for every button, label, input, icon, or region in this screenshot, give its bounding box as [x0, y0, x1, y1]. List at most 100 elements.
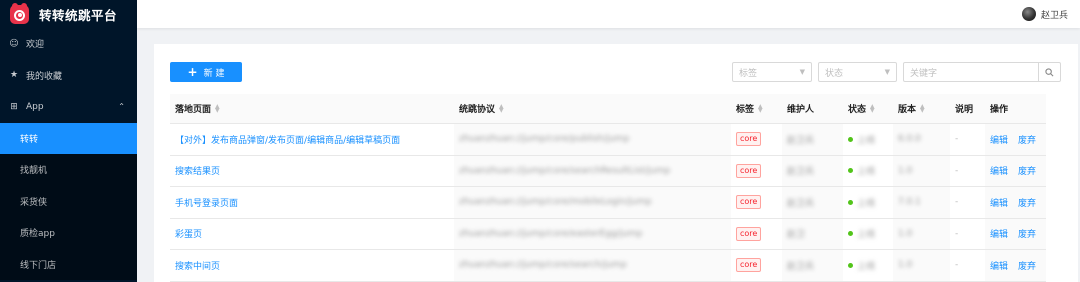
discard-link[interactable]: 废弃 [1018, 196, 1036, 209]
edit-link[interactable]: 编辑 [990, 164, 1008, 177]
col-header-protocol[interactable]: 统跳协议 ▲ ▼ [454, 94, 731, 123]
version-text: 1.0 [898, 260, 913, 271]
sidebar-item-welcome[interactable]: ☺ 欢迎 [0, 28, 137, 60]
sidebar-group-label: App [26, 101, 44, 112]
edit-link[interactable]: 编辑 [990, 227, 1008, 240]
col-header-status[interactable]: 状态 ▲ ▼ [843, 94, 893, 123]
app-logo-icon [10, 2, 29, 24]
tag-select-placeholder: 标签 [739, 68, 758, 79]
edit-link[interactable]: 编辑 [990, 259, 1008, 272]
search-icon [1045, 67, 1054, 76]
desc-text: - [955, 134, 959, 145]
sidebar-item-label: 我的收藏 [26, 71, 63, 82]
status-text: 上线 [857, 261, 876, 272]
page-link[interactable]: 搜索中间页 [175, 259, 220, 272]
status-dot [848, 199, 853, 205]
sort-icon: ▲ ▼ [499, 102, 504, 114]
sort-icon: ▲ ▼ [215, 102, 220, 114]
chevron-down-icon: ▼ [799, 68, 805, 76]
col-header-tag[interactable]: 标签 ▲ ▼ [731, 94, 782, 123]
sidebar-item-store[interactable]: 线下门店 [0, 249, 137, 281]
status-dot [848, 262, 853, 268]
edit-link[interactable]: 编辑 [990, 133, 1008, 146]
sidebar-item-label: 转转 [20, 134, 39, 145]
app-title: 转转统跳平台 [39, 7, 118, 23]
maintainer-text: 赵卫 [787, 230, 806, 241]
desc-text: - [955, 260, 959, 271]
logo[interactable]: 转转统跳平台 [0, 0, 137, 28]
jump-table: 落地页面 ▲ ▼ 统跳协议 ▲ ▼ 标签 ▲ ▼ 维护人 状态 ▲ ▼ 版本 ▲ ▼ [170, 94, 1046, 282]
sidebar: 转转统跳平台 ☺ 欢迎 ★ 我的收藏 ⊞ App ⌃ 转转 找靓机 采货侠 质检… [0, 0, 137, 282]
tag-badge: core [736, 258, 762, 273]
grid-icon: ⊞ [10, 101, 18, 112]
status-dot [848, 136, 853, 142]
sidebar-submenu-app: 转转 找靓机 采货侠 质检app 线下门店 [0, 122, 137, 281]
plus-icon: + [187, 65, 198, 79]
tag-badge: core [736, 132, 762, 147]
sidebar-item-label: 欢迎 [26, 40, 45, 51]
search-box: 关键字 [903, 62, 1061, 82]
discard-link[interactable]: 废弃 [1018, 259, 1036, 272]
sort-icon: ▲ ▼ [758, 102, 763, 114]
username: 赵卫兵 [1040, 10, 1068, 21]
status-text: 上线 [857, 167, 876, 178]
maintainer-text: 赵卫兵 [787, 167, 815, 178]
sidebar-item-favorites[interactable]: ★ 我的收藏 [0, 60, 137, 92]
toolbar: + 新 建 标签 ▼ 状态 ▼ 关键字 [170, 62, 1062, 82]
search-input[interactable]: 关键字 [904, 63, 1038, 81]
protocol-text: zhuanzhuan://jump/core/mobileLogin/jump [459, 197, 652, 208]
edit-link[interactable]: 编辑 [990, 196, 1008, 209]
sidebar-item-label: 质检app [20, 229, 55, 240]
sidebar-item-label: 找靓机 [20, 166, 48, 177]
discard-link[interactable]: 废弃 [1018, 164, 1036, 177]
table-row: 【对外】发布商品弹窗/发布页面/编辑商品/编辑草稿页面 zhuanzhuan:/… [170, 124, 1046, 156]
version-text: 6.0.0 [898, 134, 921, 145]
col-header-actions: 操作 [990, 105, 1009, 115]
protocol-text: zhuanzhuan://jump/core/search/jump [459, 260, 627, 271]
sidebar-item-label: 采货侠 [20, 197, 48, 208]
table-row: 彩蛋页 zhuanzhuan://jump/core/easterEgg/jum… [170, 218, 1046, 250]
table-row: 手机号登录页面 zhuanzhuan://jump/core/mobileLog… [170, 187, 1046, 219]
status-text: 上线 [857, 230, 876, 241]
search-button[interactable] [1038, 63, 1060, 81]
desc-text: - [955, 197, 959, 208]
smile-icon: ☺ [9, 38, 19, 49]
chevron-down-icon: ▼ [884, 68, 890, 76]
tag-badge: core [736, 226, 762, 241]
col-header-version[interactable]: 版本 ▲ ▼ [893, 94, 950, 123]
star-icon: ★ [9, 70, 19, 81]
status-dot [848, 231, 853, 237]
top-header: 赵卫兵 [137, 0, 1080, 28]
discard-link[interactable]: 废弃 [1018, 133, 1036, 146]
page-link[interactable]: 【对外】发布商品弹窗/发布页面/编辑商品/编辑草稿页面 [175, 133, 400, 146]
protocol-text: zhuanzhuan://jump/core/publish/jump [459, 134, 630, 145]
col-header-maintainer: 维护人 [787, 105, 815, 115]
avatar [1021, 7, 1036, 21]
table-row: 搜索结果页 zhuanzhuan://jump/core/searchResul… [170, 155, 1046, 187]
col-header-page[interactable]: 落地页面 ▲ ▼ [170, 94, 454, 123]
table-row: 搜索中间页 zhuanzhuan://jump/core/search/jump… [170, 250, 1046, 282]
version-text: 7.0.1 [898, 197, 921, 208]
page-link[interactable]: 手机号登录页面 [175, 196, 238, 209]
page-link[interactable]: 搜索结果页 [175, 164, 220, 177]
maintainer-text: 赵卫兵 [787, 135, 815, 146]
desc-text: - [955, 228, 959, 239]
status-select[interactable]: 状态 ▼ [818, 62, 897, 82]
sort-icon: ▲ ▼ [870, 102, 875, 114]
tag-badge: core [736, 163, 762, 178]
sidebar-group-app[interactable]: ⊞ App ⌃ [0, 91, 137, 123]
new-button[interactable]: + 新 建 [170, 62, 242, 82]
user-menu[interactable]: 赵卫兵 [1021, 7, 1068, 21]
sidebar-item-zhaoliangji[interactable]: 找靓机 [0, 154, 137, 186]
sidebar-item-zhuanzhuan[interactable]: 转转 [0, 122, 137, 154]
page-link[interactable]: 彩蛋页 [175, 227, 202, 240]
tag-select[interactable]: 标签 ▼ [732, 62, 812, 82]
discard-link[interactable]: 废弃 [1018, 227, 1036, 240]
col-header-desc: 说明 [955, 105, 974, 115]
sidebar-item-zhijian[interactable]: 质检app [0, 217, 137, 249]
status-select-placeholder: 状态 [825, 68, 844, 79]
desc-text: - [955, 165, 959, 176]
protocol-text: zhuanzhuan://jump/core/searchResultList/… [459, 165, 671, 176]
sidebar-item-caihuoxia[interactable]: 采货侠 [0, 186, 137, 218]
content-card: + 新 建 标签 ▼ 状态 ▼ 关键字 落地页面 ▲ ▼ 统跳协议 ▲ ▼ 标签… [154, 44, 1078, 282]
